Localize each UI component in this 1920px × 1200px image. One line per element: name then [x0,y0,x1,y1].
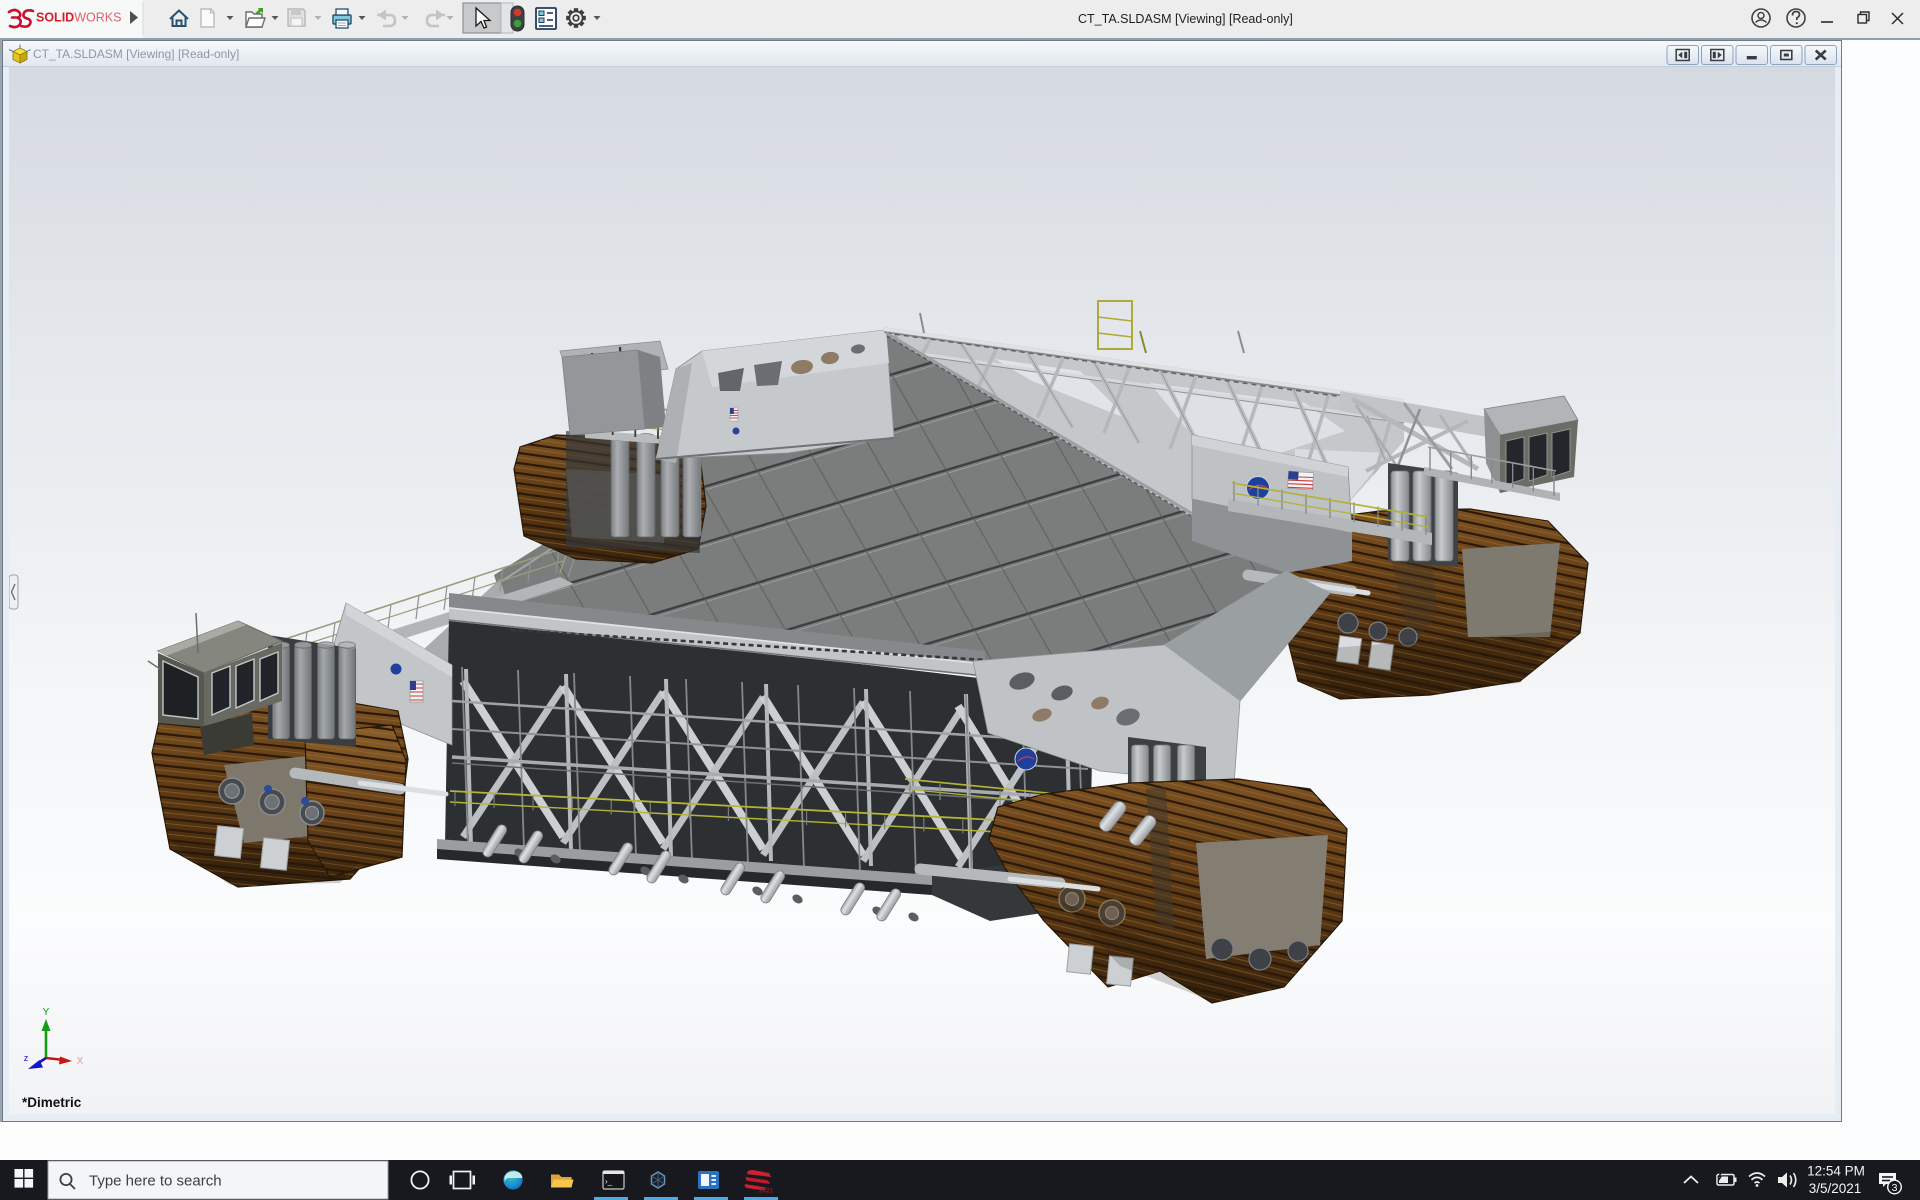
svg-text:3: 3 [1892,1182,1898,1194]
svg-text:3/5/2021: 3/5/2021 [1809,1181,1862,1196]
svg-text:Y: Y [43,1007,50,1018]
svg-text:X: X [77,1056,84,1067]
svg-text:2021: 2021 [759,1188,774,1195]
svg-text:12:54 PM: 12:54 PM [1807,1164,1865,1179]
svg-text:z: z [24,1053,29,1063]
svg-text:Type here to search: Type here to search [89,1173,222,1190]
svg-text:›_: ›_ [605,1177,613,1186]
svg-text:SOLIDWORKS: SOLIDWORKS [36,11,121,25]
